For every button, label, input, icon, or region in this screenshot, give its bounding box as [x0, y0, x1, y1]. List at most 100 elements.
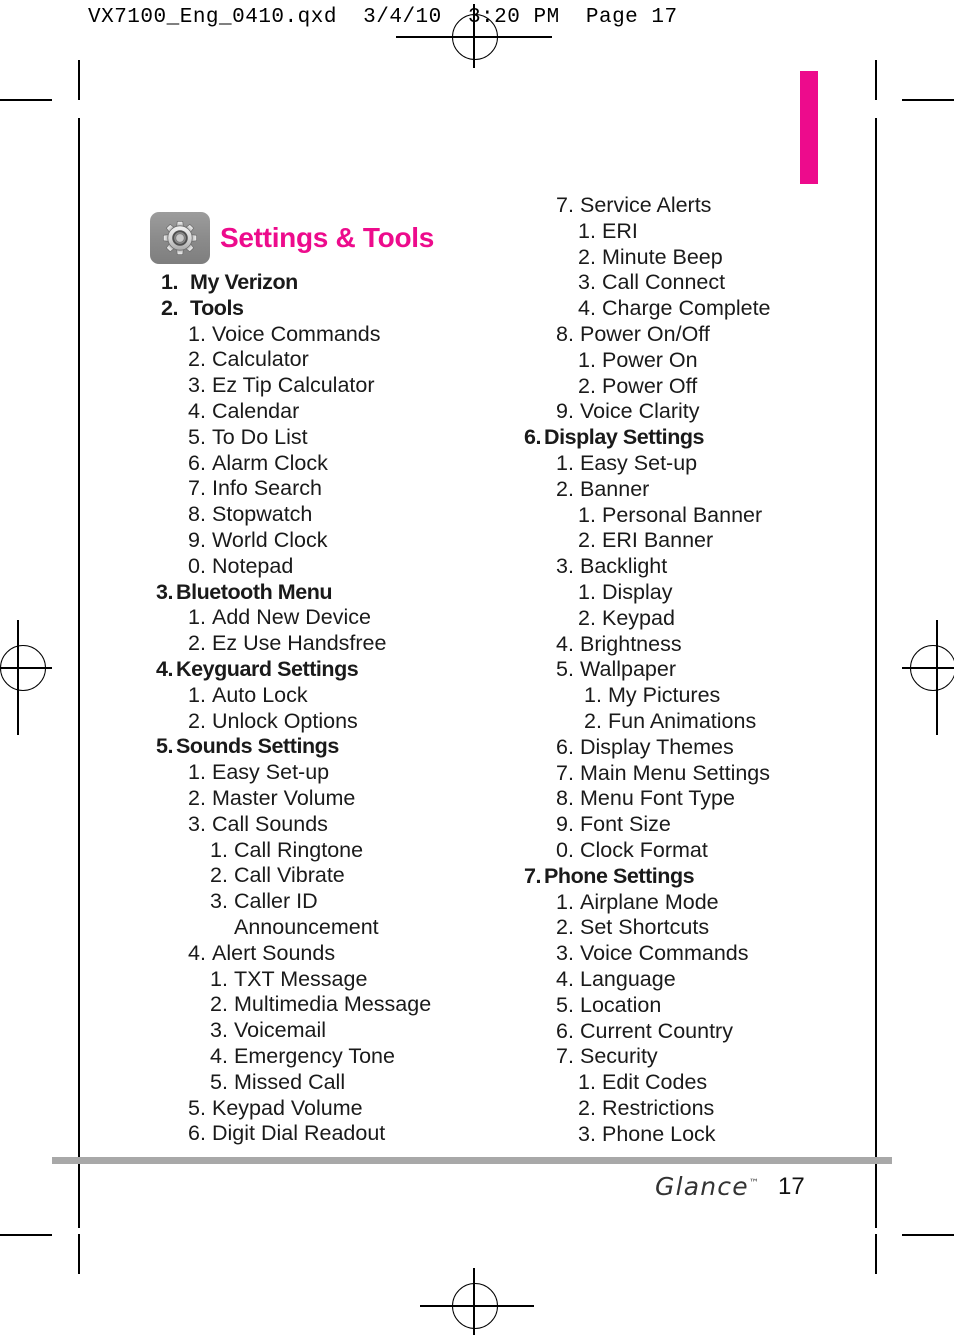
menu-item-label: Minute Beep [602, 244, 723, 269]
menu-item-label: Keypad Volume [212, 1095, 363, 1120]
menu-item: 2. Tools [150, 296, 480, 322]
menu-item: 2. Set Shortcuts [518, 915, 878, 941]
registration-mark-bottom-crosshair-h [420, 1305, 534, 1307]
menu-item: 5. Sounds Settings [150, 734, 480, 760]
menu-item-label: Edit Codes [602, 1070, 708, 1095]
menu-item-number: 5. [556, 657, 574, 682]
menu-item: 7. Phone Settings [518, 864, 878, 890]
menu-item: 1. Display [518, 580, 878, 606]
menu-item-label: Call Connect [602, 270, 726, 295]
menu-item-label: Caller ID [234, 889, 318, 914]
menu-item: 1. Airplane Mode [518, 890, 878, 916]
menu-item-number: 0. [188, 553, 206, 578]
menu-item: 1. Add New Device [150, 605, 480, 631]
menu-item-number: 6. [188, 450, 206, 475]
menu-item-number: 4. [188, 940, 206, 965]
menu-item-number: 1. [556, 450, 574, 475]
menu-item: 7. Service Alerts [518, 193, 878, 219]
menu-item: 6. Digit Dial Readout [150, 1121, 480, 1147]
menu-item-number: 1. [188, 760, 206, 785]
menu-item-number: 1. [578, 1070, 596, 1095]
menu-item-label: Multimedia Message [234, 992, 432, 1017]
crop-mark-bottom-left-vertical [78, 1234, 80, 1274]
menu-item-label: Sounds Settings [176, 734, 339, 759]
menu-item-label: My Pictures [608, 683, 721, 708]
menu-item: 4. Charge Complete [518, 296, 878, 322]
menu-item-label: Charge Complete [602, 296, 771, 321]
menu-item-number: 2. [578, 1095, 596, 1120]
menu-item-number: 2. [578, 373, 596, 398]
menu-item-label: Ez Tip Calculator [212, 373, 375, 398]
menu-item-label: Unlock Options [212, 708, 358, 733]
menu-item: 1. Personal Banner [518, 503, 878, 529]
menu-item-label: World Clock [212, 527, 328, 552]
menu-item-number: 5. [188, 1095, 206, 1120]
menu-item-number: 5. [188, 424, 206, 449]
menu-item: 4. Alert Sounds [150, 941, 480, 967]
menu-item-label: Call Sounds [212, 811, 328, 836]
menu-item-number: 6. [188, 1121, 206, 1146]
menu-item-number: 6. [556, 1018, 574, 1043]
menu-item-label: Calculator [212, 347, 309, 372]
menu-item: 7. Info Search [150, 476, 480, 502]
menu-item-label: Digit Dial Readout [212, 1121, 386, 1146]
menu-item-label: Brightness [580, 631, 682, 656]
menu-item: 1. Auto Lock [150, 683, 480, 709]
crop-mark-top-left-horizontal [0, 99, 52, 101]
section-title: Settings & Tools [150, 212, 434, 264]
menu-item-number: 2. [584, 708, 602, 733]
menu-item: 9. World Clock [150, 528, 480, 554]
menu-item: 4. Keyguard Settings [150, 657, 480, 683]
menu-item: 6. Alarm Clock [150, 451, 480, 477]
menu-item-label: Backlight [580, 554, 668, 579]
menu-item-number: 3. [556, 941, 574, 966]
menu-item: 2. Call Vibrate [150, 863, 480, 889]
menu-item-label: Alarm Clock [212, 450, 328, 475]
menu-item-number: 6. [524, 425, 542, 450]
footer-divider [52, 1157, 892, 1164]
menu-item-label: Wallpaper [580, 657, 676, 682]
menu-item: 2. Power Off [518, 374, 878, 400]
menu-item-label: Personal Banner [602, 502, 763, 527]
crop-mark-bottom-right-horizontal [902, 1234, 954, 1236]
menu-item: 4. Emergency Tone [150, 1044, 480, 1070]
menu-item-label: Call Ringtone [234, 837, 364, 862]
menu-item-number: 9. [556, 399, 574, 424]
menu-item: 5. Keypad Volume [150, 1096, 480, 1122]
section-color-tab [800, 71, 818, 184]
menu-item: 2. ERI Banner [518, 528, 878, 554]
menu-item: 1. Edit Codes [518, 1070, 878, 1096]
menu-item-label: Voice Commands [580, 941, 749, 966]
menu-item-number: 8. [188, 502, 206, 527]
menu-item-number: 7. [556, 760, 574, 785]
menu-item-number: 4. [188, 398, 206, 423]
menu-item-number: 1. [578, 579, 596, 604]
menu-item-label: To Do List [212, 424, 308, 449]
menu-item-number: 5. [156, 734, 174, 759]
menu-item-label: Announcement [234, 914, 379, 939]
menu-item: 6. Current Country [518, 1019, 878, 1045]
menu-item-number: 2. [578, 528, 596, 553]
menu-item-label: Alert Sounds [212, 940, 336, 965]
menu-item: 1. My Verizon [150, 270, 480, 296]
menu-item-label: Set Shortcuts [580, 915, 710, 940]
menu-item: 2. Master Volume [150, 786, 480, 812]
menu-item-number: 2. [160, 295, 178, 320]
menu-item-label: ERI [602, 218, 638, 243]
menu-item-number: 8. [556, 321, 574, 346]
menu-item-number: 1. [578, 502, 596, 527]
menu-item-label: Easy Set-up [212, 760, 330, 785]
menu-item: 3. Voice Commands [518, 941, 878, 967]
menu-item-number: 3. [188, 373, 206, 398]
crop-mark-bottom-left-horizontal [0, 1234, 52, 1236]
menu-item-number: 1. [188, 321, 206, 346]
menu-item-number: 1. [578, 218, 596, 243]
menu-item: 2. Ez Use Handsfree [150, 631, 480, 657]
menu-item: 4. Language [518, 967, 878, 993]
menu-item: 2. Calculator [150, 347, 480, 373]
menu-item-number: 2. [188, 347, 206, 372]
menu-item-number: 3. [578, 1121, 596, 1146]
gear-icon [150, 212, 210, 264]
menu-item-number: 9. [556, 812, 574, 837]
menu-item: 6. Display Settings [518, 425, 878, 451]
